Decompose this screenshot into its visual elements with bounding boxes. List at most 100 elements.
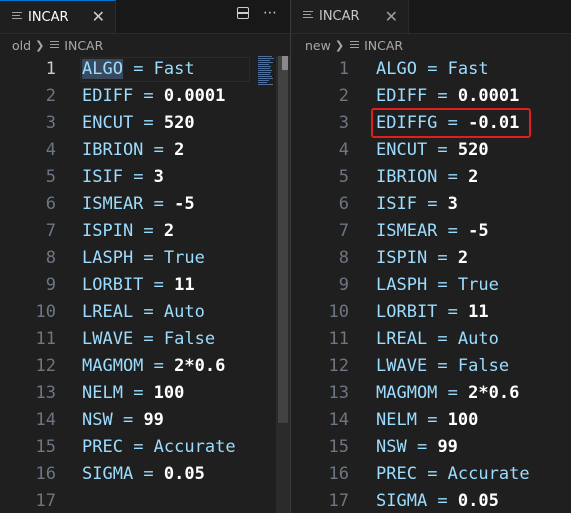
close-icon[interactable]: ✕ <box>92 9 105 25</box>
scrollbar-thumb[interactable] <box>278 56 288 423</box>
code-line[interactable]: 13 NELM = 100 <box>0 380 290 407</box>
param-key: ENCUT <box>376 140 428 160</box>
param-value: 2 <box>457 248 469 268</box>
code-line[interactable]: 6 ISIF = 3 <box>291 191 571 218</box>
code-line[interactable]: 9 LORBIT = 11 <box>0 272 290 299</box>
code-text: ISMEAR = -5 <box>82 194 195 214</box>
param-value: Auto <box>457 329 499 349</box>
code-line[interactable]: 5 ISIF = 3 <box>0 164 290 191</box>
left-tab-incar[interactable]: INCAR ✕ <box>0 0 116 33</box>
code-line[interactable]: 14 NELM = 100 <box>291 407 571 434</box>
code-text: ISIF = 3 <box>376 194 458 214</box>
breadcrumb-file[interactable]: INCAR <box>64 38 103 53</box>
code-line[interactable]: 14 NSW = 99 <box>0 407 290 434</box>
param-key: ISMEAR <box>376 221 438 241</box>
minimap[interactable] <box>258 56 276 86</box>
right-code-editor[interactable]: 1 ALGO = Fast 2 EDIFF = 0.0001 3 EDIFFG = -0.… <box>291 56 571 513</box>
param-value: 3 <box>153 167 164 187</box>
code-line[interactable]: 3 EDIFFG = -0.01 <box>291 110 571 137</box>
code-line[interactable]: 11 LREAL = Auto <box>291 326 571 353</box>
breadcrumb-folder[interactable]: new <box>305 38 331 53</box>
split-editor-icon[interactable] <box>237 7 249 19</box>
code-line[interactable]: 16 SIGMA = 0.05 <box>0 461 290 488</box>
code-line[interactable]: 2 EDIFF = 0.0001 <box>0 83 290 110</box>
param-key: PREC <box>376 464 417 484</box>
param-value: Fast <box>447 59 489 79</box>
param-value: 0.05 <box>163 464 205 484</box>
line-number: 15 <box>35 437 56 457</box>
line-number: 4 <box>45 140 56 160</box>
param-value: 520 <box>457 140 489 160</box>
code-line[interactable]: 10 LORBIT = 11 <box>291 299 571 326</box>
code-line[interactable]: 4 ENCUT = 520 <box>291 137 571 164</box>
right-editor-pane: INCAR ✕ new ❯ INCAR 1 ALGO = Fast 2 EDIFF =… <box>291 0 571 513</box>
param-value: False <box>163 329 216 349</box>
line-number: 17 <box>328 491 349 511</box>
chevron-right-icon: ❯ <box>334 38 345 52</box>
code-line[interactable]: 15 NSW = 99 <box>291 434 571 461</box>
code-line[interactable]: 16 PREC = Accurate <box>291 461 571 488</box>
right-tab-incar[interactable]: INCAR ✕ <box>291 0 409 33</box>
more-actions-icon[interactable]: ⋯ <box>263 6 278 20</box>
code-line[interactable]: 7 ISPIN = 2 <box>0 218 290 245</box>
param-key: LREAL <box>376 329 428 349</box>
code-line[interactable]: 17 SIGMA = 0.05 <box>291 488 571 513</box>
code-line[interactable]: 3 ENCUT = 520 <box>0 110 290 137</box>
code-line[interactable]: 10 LREAL = Auto <box>0 299 290 326</box>
code-line[interactable]: 4 IBRION = 2 <box>0 137 290 164</box>
param-value: 99 <box>437 437 458 457</box>
left-code-editor[interactable]: 1 ALGO = Fast 2 EDIFF = 0.0001 3 ENCUT = 520 4… <box>0 56 290 513</box>
code-text: NELM = 100 <box>376 410 479 430</box>
code-line[interactable]: 11 LWAVE = False <box>0 326 290 353</box>
code-line[interactable]: 2 EDIFF = 0.0001 <box>291 83 571 110</box>
code-line[interactable]: 5 IBRION = 2 <box>291 164 571 191</box>
param-value: -5 <box>174 194 195 214</box>
code-line[interactable]: 1 ALGO = Fast <box>0 56 290 83</box>
param-key: LORBIT <box>82 275 144 295</box>
param-value: 99 <box>143 410 164 430</box>
param-value: 11 <box>468 302 489 322</box>
code-text: ISPIN = 2 <box>82 221 175 241</box>
code-line[interactable]: 8 LASPH = True <box>0 245 290 272</box>
line-number: 16 <box>35 464 56 484</box>
param-value: 2 <box>468 167 479 187</box>
param-value: -5 <box>468 221 489 241</box>
breadcrumb-folder[interactable]: old <box>12 38 31 53</box>
code-line[interactable]: 17 <box>0 488 290 513</box>
line-number: 8 <box>338 248 349 268</box>
param-value: Accurate <box>447 464 530 484</box>
code-text: LASPH = True <box>376 275 499 295</box>
code-line[interactable]: 7 ISMEAR = -5 <box>291 218 571 245</box>
param-value: -0.01 <box>468 113 520 133</box>
left-tab-label: INCAR <box>28 9 69 25</box>
code-line[interactable]: 12 MAGMOM = 2*0.6 <box>0 353 290 380</box>
code-text: LORBIT = 11 <box>376 302 489 322</box>
code-line[interactable]: 8 ISPIN = 2 <box>291 245 571 272</box>
code-text: MAGMOM = 2*0.6 <box>82 356 226 376</box>
param-key: LASPH <box>376 275 428 295</box>
code-text: IBRION = 2 <box>82 140 185 160</box>
code-text: PREC = Accurate <box>376 464 530 484</box>
code-text: SIGMA = 0.05 <box>82 464 205 484</box>
close-icon[interactable]: ✕ <box>385 8 398 25</box>
line-number: 11 <box>35 329 56 349</box>
line-number: 2 <box>45 86 56 106</box>
code-line[interactable]: 12 LWAVE = False <box>291 353 571 380</box>
line-number: 7 <box>338 221 349 241</box>
line-number: 12 <box>328 356 349 376</box>
param-value: 2*0.6 <box>468 383 520 403</box>
code-line[interactable]: 13 MAGMOM = 2*0.6 <box>291 380 571 407</box>
param-value: True <box>163 248 205 268</box>
line-number: 6 <box>338 194 349 214</box>
code-line[interactable]: 6 ISMEAR = -5 <box>0 191 290 218</box>
line-number: 13 <box>35 383 56 403</box>
code-text: LWAVE = False <box>82 329 216 349</box>
breadcrumb-file[interactable]: INCAR <box>364 38 403 53</box>
code-line[interactable]: 1 ALGO = Fast <box>291 56 571 83</box>
param-key: ALGO <box>82 59 123 79</box>
line-number: 11 <box>328 329 349 349</box>
line-number: 14 <box>35 410 56 430</box>
code-line[interactable]: 15 PREC = Accurate <box>0 434 290 461</box>
param-key: SIGMA <box>82 464 134 484</box>
code-line[interactable]: 9 LASPH = True <box>291 272 571 299</box>
